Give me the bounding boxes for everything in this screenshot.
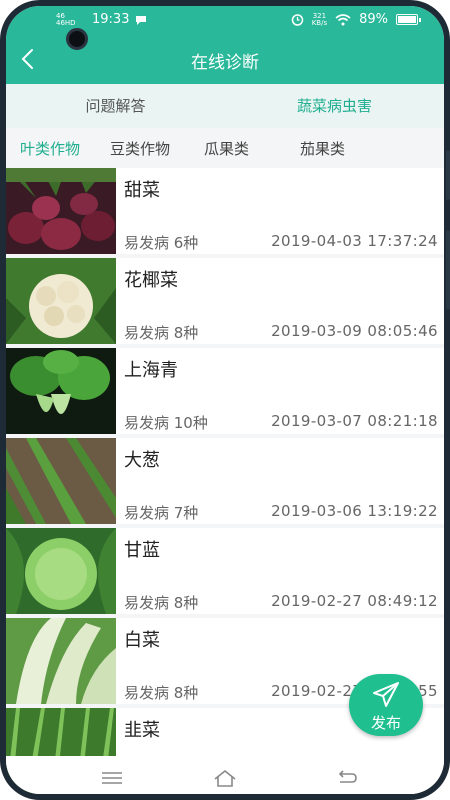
page-title: 在线诊断 bbox=[191, 53, 259, 73]
wifi-icon bbox=[335, 13, 351, 25]
vegetable-name: 甘蓝 bbox=[124, 540, 160, 561]
system-nav-bar bbox=[6, 756, 444, 794]
list-item[interactable]: 甘蓝 易发病 8种 2019-02-27 08:49:12 bbox=[6, 528, 444, 614]
category-tabs: 叶类作物 豆类作物 瓜果类 茄果类 bbox=[6, 128, 444, 168]
phone-frame: 46 46HD 19:33 321 KB/s 89% 在线诊断 问题解答 蔬菜病… bbox=[0, 0, 450, 800]
bok-choy-image bbox=[6, 348, 116, 434]
beet-image bbox=[6, 168, 116, 254]
signal-indicator: 46 46HD bbox=[56, 11, 76, 27]
disease-count: 易发病 8种 bbox=[124, 684, 199, 702]
chat-icon bbox=[136, 15, 147, 25]
vegetable-name: 甜菜 bbox=[124, 180, 160, 201]
disease-count: 易发病 10种 bbox=[124, 414, 208, 432]
home-icon[interactable] bbox=[211, 768, 239, 788]
speed-unit: KB/s bbox=[311, 18, 328, 27]
network-speed: 321 KB/s bbox=[311, 12, 328, 27]
power-button bbox=[446, 230, 450, 310]
update-time: 2019-02-27 08:49:12 bbox=[271, 592, 438, 610]
category-tab-legume[interactable]: 豆类作物 bbox=[110, 138, 170, 159]
menu-icon[interactable] bbox=[98, 768, 126, 788]
tab-pests[interactable]: 蔬菜病虫害 bbox=[225, 84, 444, 128]
list-item[interactable]: 花椰菜 易发病 8种 2019-03-09 08:05:46 bbox=[6, 258, 444, 344]
vegetable-name: 白菜 bbox=[124, 630, 160, 651]
update-time: 2019-03-06 13:19:22 bbox=[271, 502, 438, 520]
vegetable-name: 上海青 bbox=[124, 360, 178, 381]
battery-icon bbox=[396, 14, 421, 25]
alarm-icon bbox=[291, 14, 303, 26]
tab-qa[interactable]: 问题解答 bbox=[6, 84, 225, 128]
category-tab-solanaceous[interactable]: 茄果类 bbox=[300, 138, 345, 159]
category-tab-melon[interactable]: 瓜果类 bbox=[204, 138, 249, 159]
status-right: 321 KB/s 89% bbox=[291, 12, 421, 27]
screen: 46 46HD 19:33 321 KB/s 89% 在线诊断 问题解答 蔬菜病… bbox=[6, 6, 444, 794]
vegetable-name: 韭菜 bbox=[124, 720, 160, 741]
disease-count: 易发病 8种 bbox=[124, 594, 199, 612]
status-time: 19:33 bbox=[92, 12, 130, 27]
disease-count: 易发病 6种 bbox=[124, 234, 199, 252]
battery-fill bbox=[398, 16, 416, 23]
volume-button bbox=[446, 150, 450, 200]
category-tab-leafy[interactable]: 叶类作物 bbox=[20, 138, 80, 159]
cauliflower-image bbox=[6, 258, 116, 344]
paper-plane-icon bbox=[373, 682, 399, 707]
update-time: 2019-04-03 17:37:24 bbox=[271, 232, 438, 250]
list-item[interactable]: 上海青 易发病 10种 2019-03-07 08:21:18 bbox=[6, 348, 444, 434]
publish-label: 发布 bbox=[370, 714, 401, 732]
vegetable-name: 大葱 bbox=[124, 450, 160, 471]
front-camera bbox=[66, 28, 88, 50]
scallion-image bbox=[6, 438, 116, 524]
vegetable-name: 花椰菜 bbox=[124, 270, 178, 291]
chinese-cabbage-image bbox=[6, 618, 116, 704]
publish-button[interactable]: 发布 bbox=[349, 674, 423, 736]
update-time: 2019-03-09 08:05:46 bbox=[271, 322, 438, 340]
status-left: 46 46HD 19:33 bbox=[56, 12, 147, 27]
disease-count: 易发病 7种 bbox=[124, 504, 199, 522]
top-tabs: 问题解答 蔬菜病虫害 bbox=[6, 84, 444, 128]
list-item[interactable]: 甜菜 易发病 6种 2019-04-03 17:37:24 bbox=[6, 168, 444, 254]
back-nav-icon[interactable] bbox=[332, 768, 360, 788]
disease-count: 易发病 8种 bbox=[124, 324, 199, 342]
list-item[interactable]: 大葱 易发病 7种 2019-03-06 13:19:22 bbox=[6, 438, 444, 524]
update-time: 2019-03-07 08:21:18 bbox=[271, 412, 438, 430]
cabbage-image bbox=[6, 528, 116, 614]
battery-percent: 89% bbox=[359, 12, 388, 27]
